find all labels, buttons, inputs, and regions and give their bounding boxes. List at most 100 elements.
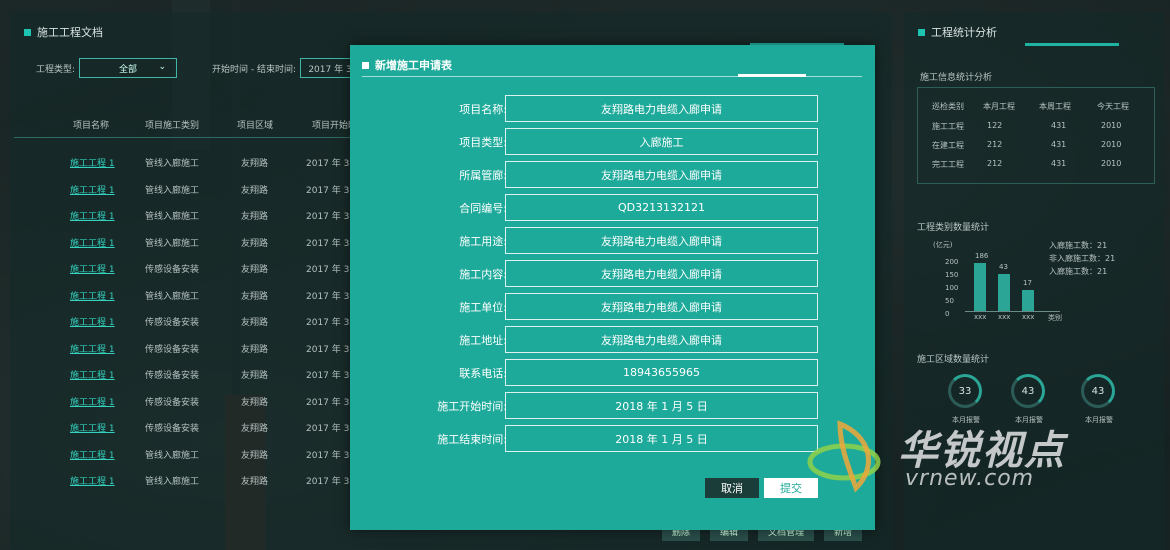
table-row[interactable]: 施工工程 1 管线入廊施工 友翔路 2017 年 3 月	[0, 289, 361, 309]
project-name-link[interactable]: 施工工程 1	[70, 342, 115, 355]
area-stats-title: 施工区域数量统计	[917, 355, 990, 365]
watermark: 华锐视点 vrnew.com	[800, 412, 1070, 502]
project-name-link[interactable]: 施工工程 1	[70, 262, 115, 275]
square-icon	[24, 28, 31, 36]
bar	[1022, 289, 1034, 311]
table-cell: 友翔路	[241, 291, 269, 302]
form-row: 施工开始时间: 2018 年 1 月 5 日	[350, 392, 875, 419]
table-cell: 管线入廊施工	[145, 238, 200, 249]
project-name-link[interactable]: 施工工程 1	[70, 474, 115, 487]
column-header: 项目名称	[73, 121, 110, 131]
table-row[interactable]: 施工工程 1 管线入廊施工 友翔路 2017 年 3 月	[0, 183, 361, 203]
project-name-link[interactable]: 施工工程 1	[70, 368, 115, 381]
form-row: 合同编号: QD3213132121	[350, 194, 875, 221]
table-row[interactable]: 施工工程 1 传感设备安装 友翔路 2017 年 3 月	[0, 368, 361, 388]
cancel-button[interactable]: 取消	[705, 478, 759, 498]
project-name-link[interactable]: 施工工程 1	[70, 236, 115, 249]
form-field[interactable]: 友翔路电力电缆入廊申请	[505, 227, 818, 254]
table-cell: 友翔路	[241, 424, 269, 434]
table-row[interactable]: 施工工程 1 传感设备安装 友翔路 2017 年 3 月	[0, 342, 361, 362]
table-row[interactable]: 施工工程 1 管线入廊施工 友翔路 2017 年 3 月	[0, 474, 361, 494]
dialog-title: 新增施工申请表	[362, 57, 452, 73]
form-label: 施工内容:	[459, 268, 507, 281]
table-cell: 传感设备安装	[145, 371, 200, 381]
table-divider	[14, 137, 350, 138]
type-stats-title: 工程类别数量统计	[917, 223, 990, 233]
form-label: 项目名称:	[459, 103, 507, 116]
stat-ring: 43	[1011, 374, 1045, 408]
project-name-link[interactable]: 施工工程 1	[70, 421, 115, 434]
form-field[interactable]: 入廊施工	[505, 128, 818, 155]
stat-ring: 33	[948, 374, 982, 408]
form-field[interactable]: 友翔路电力电缆入廊申请	[505, 260, 818, 287]
table-row[interactable]: 施工工程 1 管线入廊施工 友翔路 2017 年 3 月	[0, 236, 361, 256]
info-row: 在建工程 212 431 2010	[917, 140, 1155, 152]
table-cell: 友翔路	[241, 450, 269, 461]
type-select[interactable]: 全部 ⌄	[79, 58, 178, 78]
info-cell: 2010	[1101, 159, 1122, 168]
y-tick-label: 100	[945, 284, 959, 292]
info-cell: 施工工程	[932, 122, 964, 131]
project-name-link[interactable]: 施工工程 1	[70, 183, 115, 196]
date-input-value: 2017 年 3	[308, 64, 352, 75]
stat-ring: 43	[1081, 374, 1115, 408]
project-name-link[interactable]: 施工工程 1	[70, 289, 115, 302]
y-tick-label: 0	[945, 310, 950, 318]
form-row: 所属管廊: 友翔路电力电缆入廊申请	[350, 161, 875, 188]
ring-value: 33	[958, 385, 972, 397]
table-row[interactable]: 施工工程 1 传感设备安装 友翔路 2017 年 3 月	[0, 262, 361, 282]
table-row[interactable]: 施工工程 1 管线入廊施工 友翔路 2017 年 3 月	[0, 448, 361, 468]
table-cell: 传感设备安装	[145, 424, 200, 434]
table-row[interactable]: 施工工程 1 管线入廊施工 友翔路 2017 年 3 月	[0, 209, 361, 229]
type-axis-end-label: 类别	[1048, 314, 1062, 322]
form-field[interactable]: 18943655965	[505, 359, 818, 386]
info-cell: 212	[987, 140, 1003, 149]
form-field[interactable]: 2018 年 1 月 5 日	[505, 392, 818, 419]
info-cell: 431	[1051, 159, 1067, 168]
info-column-header: 巡检类别	[932, 102, 964, 111]
form-label: 施工单位:	[459, 301, 507, 314]
form-label: 项目类型:	[459, 136, 507, 149]
form-field[interactable]: 友翔路电力电缆入廊申请	[505, 326, 818, 353]
form-field[interactable]: QD3213132121	[505, 194, 818, 221]
time-filter-label: 开始时间 - 结束时间:	[212, 64, 297, 75]
table-row[interactable]: 施工工程 1 传感设备安装 友翔路 2017 年 3 月	[0, 395, 361, 415]
form-field[interactable]: 友翔路电力电缆入廊申请	[505, 161, 818, 188]
table-row[interactable]: 施工工程 1 传感设备安装 友翔路 2017 年 3 月	[0, 421, 361, 441]
panel-title-text: 施工工程文档	[37, 26, 103, 39]
form-row: 施工用途: 友翔路电力电缆入廊申请	[350, 227, 875, 254]
form-field[interactable]: 友翔路电力电缆入廊申请	[505, 293, 818, 320]
info-cell: 212	[987, 159, 1003, 168]
bar-value-label: 43	[999, 262, 1008, 271]
y-tick-label: 50	[945, 297, 954, 305]
info-cell: 2010	[1101, 140, 1122, 149]
project-name-link[interactable]: 施工工程 1	[70, 448, 115, 461]
table-row[interactable]: 施工工程 1 传感设备安装 友翔路 2017 年 3 月	[0, 315, 361, 335]
project-name-link[interactable]: 施工工程 1	[70, 209, 115, 222]
square-icon	[918, 28, 925, 36]
info-cell: 431	[1051, 121, 1067, 130]
table-cell: 管线入廊施工	[145, 477, 200, 487]
bar-category-label: xxx	[998, 313, 1011, 321]
info-cell: 122	[987, 121, 1003, 130]
info-column-header: 今天工程	[1097, 102, 1129, 111]
info-title: 施工信息统计分析	[920, 73, 993, 83]
bar-value-label: 17	[1023, 278, 1032, 287]
project-name-link[interactable]: 施工工程 1	[70, 395, 115, 408]
form-field[interactable]: 友翔路电力电缆入廊申请	[505, 95, 818, 122]
form-row: 施工内容: 友翔路电力电缆入廊申请	[350, 260, 875, 287]
info-cell: 在建工程	[932, 141, 964, 150]
table-cell: 传感设备安装	[145, 318, 200, 328]
form-field[interactable]: 2018 年 1 月 5 日	[505, 425, 818, 452]
info-row: 完工工程 212 431 2010	[917, 159, 1155, 171]
table-cell: 友翔路	[241, 344, 269, 355]
type-select-value: 全部	[119, 64, 138, 75]
table-cell: 友翔路	[241, 265, 269, 275]
table-cell: 友翔路	[241, 159, 269, 169]
type-filter: 工程类型: 全部 ⌄	[36, 58, 178, 78]
bar-category-label: xxx	[974, 313, 987, 321]
project-name-link[interactable]: 施工工程 1	[70, 156, 115, 169]
table-row[interactable]: 施工工程 1 管线入廊施工 友翔路 2017 年 3 月	[0, 156, 361, 176]
project-name-link[interactable]: 施工工程 1	[70, 315, 115, 328]
y-tick-label: 150	[945, 271, 959, 279]
